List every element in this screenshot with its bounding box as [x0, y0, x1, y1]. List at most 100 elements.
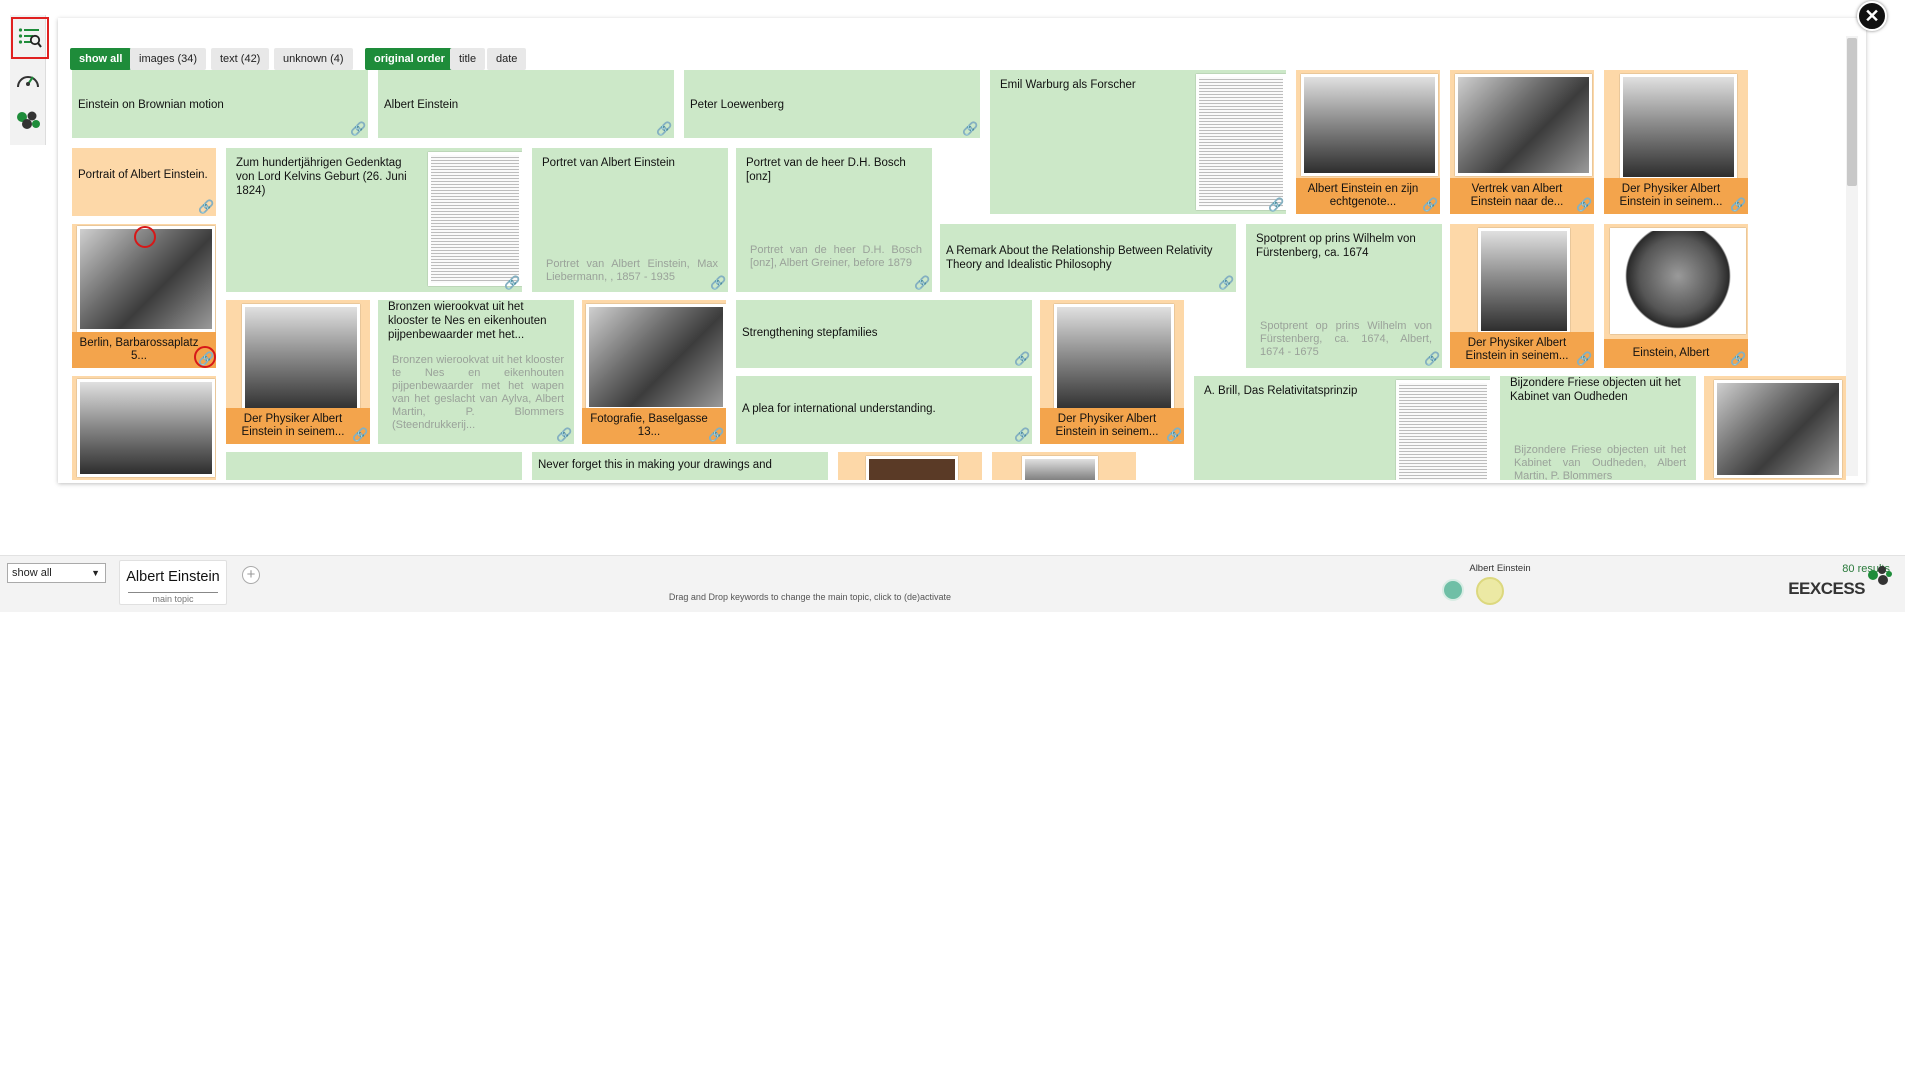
result-card[interactable]: Peter Loewenberg 🔗: [684, 70, 980, 138]
photo-thumbnail: [242, 304, 360, 414]
image-card[interactable]: [992, 452, 1136, 480]
link-icon[interactable]: 🔗: [708, 428, 724, 442]
card-description: Bronzen wierookvat uit het klooster te N…: [392, 354, 564, 431]
cluster-icon[interactable]: [12, 103, 44, 137]
result-card[interactable]: [226, 452, 522, 480]
result-card[interactable]: Zum hundertjährigen Gedenktag von Lord K…: [226, 148, 522, 292]
scrollbar-thumb[interactable]: [1847, 38, 1857, 186]
keyword-role: main topic: [152, 594, 194, 604]
image-card[interactable]: Vertrek van Albert Einstein naar de... 🔗: [1450, 70, 1594, 214]
card-title: Strengthening stepfamilies: [742, 327, 878, 339]
photo-thumbnail: [1301, 74, 1438, 176]
image-card[interactable]: Einstein, Albert 🔗: [1604, 224, 1748, 368]
image-card[interactable]: [72, 376, 216, 480]
card-title: Einstein on Brownian motion: [78, 99, 224, 111]
link-icon[interactable]: 🔗: [914, 276, 930, 290]
card-description: Spotprent op prins Wilhelm von Fürstenbe…: [1260, 320, 1432, 358]
result-card[interactable]: Spotprent op prins Wilhelm von Fürstenbe…: [1246, 224, 1442, 368]
select-value: show all: [12, 567, 52, 579]
link-icon[interactable]: 🔗: [1218, 276, 1234, 290]
link-icon[interactable]: 🔗: [556, 428, 572, 442]
card-title: Portret van de heer D.H. Bosch [onz]: [746, 157, 906, 183]
result-card[interactable]: Emil Warburg als Forscher 🔗: [990, 70, 1286, 214]
card-title: Der Physiker Albert Einstein in seinem..…: [1450, 332, 1594, 368]
result-card[interactable]: Albert Einstein 🔗: [378, 70, 674, 138]
result-card[interactable]: Strengthening stepfamilies 🔗: [736, 300, 1032, 368]
card-title: Fotografie, Baselgasse 13...: [582, 408, 726, 444]
link-icon[interactable]: 🔗: [1730, 198, 1746, 212]
image-card[interactable]: Der Physiker Albert Einstein in seinem..…: [1450, 224, 1594, 368]
card-title: Emil Warburg als Forscher: [1000, 79, 1136, 91]
card-description: Bijzondere Friese objecten uit het Kabin…: [1514, 444, 1686, 480]
photo-thumbnail: [1455, 74, 1592, 176]
keyword-dot-yellow[interactable]: [1476, 577, 1504, 605]
keyword-chip[interactable]: Albert Einstein main topic: [119, 560, 227, 605]
link-icon[interactable]: 🔗: [1576, 352, 1592, 366]
photo-thumbnail: [866, 456, 958, 480]
image-card[interactable]: [1704, 376, 1846, 480]
card-title: Der Physiker Albert Einstein in seinem..…: [1604, 178, 1748, 214]
link-icon[interactable]: 🔗: [350, 122, 366, 136]
link-icon[interactable]: 🔗: [1424, 352, 1440, 366]
result-card[interactable]: Portret van de heer D.H. Bosch [onz] Por…: [736, 148, 932, 292]
brand-logo-text: EEXCESS: [1788, 579, 1865, 598]
card-title: Portrait of Albert Einstein.: [78, 169, 208, 181]
link-icon[interactable]: 🔗: [962, 122, 978, 136]
drag-hint: Drag and Drop keywords to change the mai…: [668, 592, 952, 602]
card-title: Einstein, Albert: [1604, 339, 1748, 368]
link-icon[interactable]: 🔗: [1166, 428, 1182, 442]
medal-thumbnail: [1610, 228, 1746, 334]
chevron-down-icon: ▼: [91, 568, 100, 578]
highlight-marker: [194, 346, 216, 368]
image-card[interactable]: Der Physiker Albert Einstein in seinem..…: [1604, 70, 1748, 214]
result-card[interactable]: A plea for international understanding. …: [736, 376, 1032, 444]
result-card[interactable]: A. Brill, Das Relativitatsprinzip: [1194, 376, 1490, 480]
list-search-icon[interactable]: [11, 17, 49, 59]
image-card[interactable]: Der Physiker Albert Einstein in seinem..…: [226, 300, 370, 444]
close-icon[interactable]: ✕: [1857, 1, 1887, 31]
keyword-dot-teal[interactable]: [1442, 579, 1464, 601]
link-icon[interactable]: 🔗: [656, 122, 672, 136]
card-title: Zum hundertjährigen Gedenktag von Lord K…: [236, 157, 407, 197]
card-title: Spotprent op prins Wilhelm von Fürstenbe…: [1256, 233, 1416, 259]
result-card[interactable]: Never forget this in making your drawing…: [532, 452, 828, 480]
link-icon[interactable]: 🔗: [504, 276, 520, 290]
link-icon[interactable]: 🔗: [198, 200, 214, 214]
link-icon[interactable]: 🔗: [1730, 352, 1746, 366]
keyword-divider: [128, 592, 218, 593]
card-title: A. Brill, Das Relativitatsprinzip: [1204, 385, 1358, 397]
results-grid: Einstein on Brownian motion 🔗 Albert Ein…: [60, 60, 1846, 480]
result-card[interactable]: Portrait of Albert Einstein. 🔗: [72, 148, 216, 216]
link-icon[interactable]: 🔗: [1268, 198, 1284, 212]
image-card[interactable]: Albert Einstein en zijn echtgenote... 🔗: [1296, 70, 1440, 214]
link-icon[interactable]: 🔗: [352, 428, 368, 442]
link-icon[interactable]: 🔗: [710, 276, 726, 290]
card-title: Portret van Albert Einstein: [542, 157, 675, 169]
view-toolbar: [10, 15, 49, 145]
link-icon[interactable]: 🔗: [1422, 198, 1438, 212]
speedometer-icon[interactable]: [12, 63, 44, 97]
newspaper-thumbnail: [428, 152, 522, 286]
photo-thumbnail: [77, 379, 215, 477]
result-card[interactable]: Portret van Albert Einstein Portret van …: [532, 148, 728, 292]
result-card[interactable]: A Remark About the Relationship Between …: [940, 224, 1236, 292]
newspaper-thumbnail: [1396, 380, 1490, 480]
card-title: A Remark About the Relationship Between …: [946, 245, 1213, 271]
photo-thumbnail: [1054, 304, 1174, 414]
keyword-label: Albert Einstein: [126, 569, 220, 585]
result-card[interactable]: Bronzen wierookvat uit het klooster te N…: [378, 300, 574, 444]
add-keyword-button[interactable]: +: [242, 566, 260, 584]
result-card[interactable]: Bijzondere Friese objecten uit het Kabin…: [1500, 376, 1696, 480]
link-icon[interactable]: 🔗: [1576, 198, 1592, 212]
card-title: Albert Einstein: [384, 99, 459, 111]
image-card[interactable]: Der Physiker Albert Einstein in seinem..…: [1040, 300, 1184, 444]
link-icon[interactable]: 🔗: [1014, 352, 1030, 366]
card-title: Der Physiker Albert Einstein in seinem..…: [226, 408, 370, 444]
photo-thumbnail: [1714, 380, 1842, 478]
card-title: A plea for international understanding.: [742, 403, 936, 415]
result-card[interactable]: Einstein on Brownian motion 🔗: [72, 70, 368, 138]
filter-select[interactable]: show all ▼: [7, 563, 106, 583]
image-card[interactable]: Fotografie, Baselgasse 13... 🔗: [582, 300, 726, 444]
link-icon[interactable]: 🔗: [1014, 428, 1030, 442]
image-card[interactable]: [838, 452, 982, 480]
